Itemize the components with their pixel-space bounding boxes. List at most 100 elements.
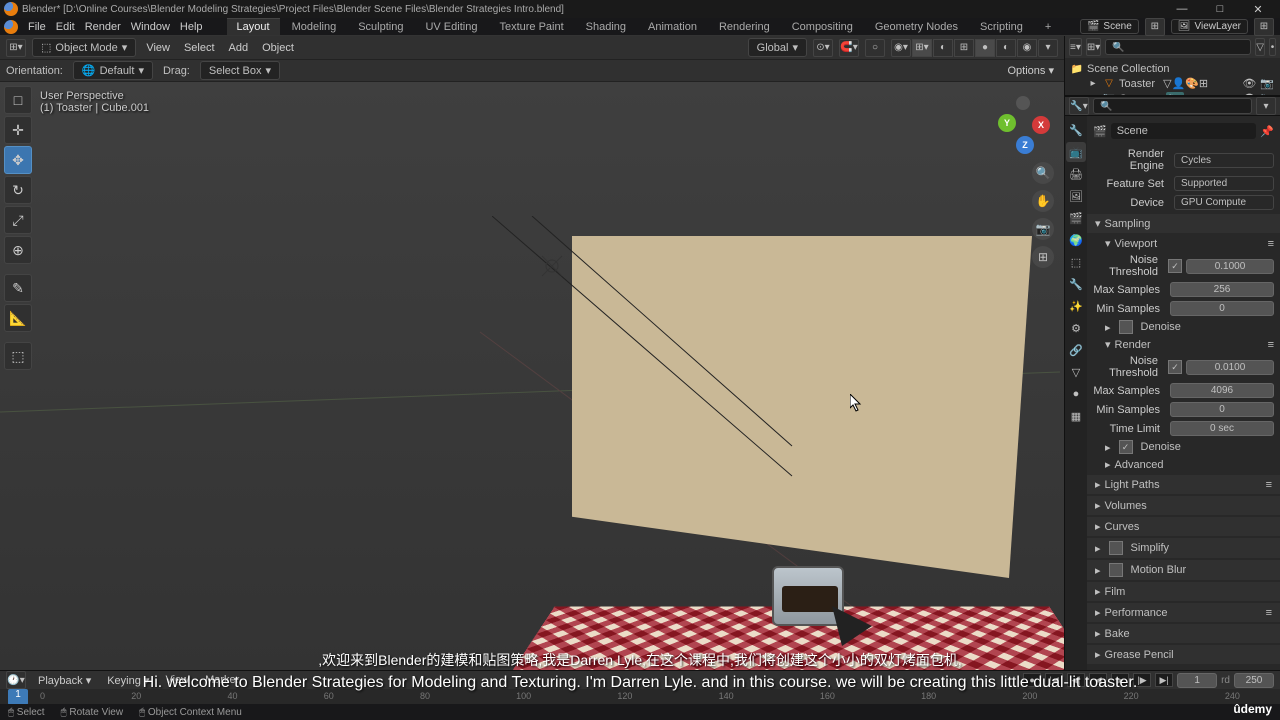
subsection-advanced[interactable]: ▸ Advanced bbox=[1093, 456, 1274, 473]
gizmos-toggle[interactable]: ◉▾ bbox=[891, 39, 911, 57]
orientation-dropdown[interactable]: 🌐 Default ▾ bbox=[73, 61, 153, 80]
zoom-icon[interactable]: 🔍 bbox=[1032, 162, 1054, 184]
timeline-editor-icon[interactable]: 🕐▾ bbox=[6, 671, 26, 689]
viewport-menu-view[interactable]: View bbox=[142, 40, 174, 56]
section-grease-pencil[interactable]: ▸ Grease Pencil bbox=[1087, 645, 1280, 664]
workspace-geometry-nodes[interactable]: Geometry Nodes bbox=[865, 19, 968, 35]
tree-scene-collection[interactable]: 📁 Scene Collection bbox=[1071, 62, 1274, 76]
jump-end-button[interactable]: ▶| bbox=[1155, 673, 1173, 687]
end-frame-input[interactable]: 250 bbox=[1234, 673, 1274, 688]
snap-icon[interactable]: 🧲▾ bbox=[839, 39, 859, 57]
prop-tab-material[interactable]: ● bbox=[1066, 384, 1086, 404]
section-performance[interactable]: ▸ Performance≡ bbox=[1087, 603, 1280, 622]
section-sampling[interactable]: ▾ Sampling bbox=[1087, 214, 1280, 233]
subsection-denoise-vp[interactable]: ▸ Denoise bbox=[1093, 318, 1274, 336]
gizmo-x-icon[interactable]: X bbox=[1032, 116, 1050, 134]
gizmo-y-icon[interactable]: Y bbox=[998, 114, 1016, 132]
device-dropdown[interactable]: GPU Compute bbox=[1174, 195, 1274, 210]
editor-type-icon[interactable]: ⊞▾ bbox=[6, 39, 26, 57]
section-motion-blur[interactable]: ▸ Motion Blur bbox=[1087, 560, 1280, 580]
prop-tab-physics[interactable]: ⚙ bbox=[1066, 318, 1086, 338]
rd-min-value[interactable]: 0 bbox=[1170, 402, 1274, 417]
scene-new-button[interactable]: ⊞ bbox=[1145, 18, 1165, 36]
prop-tab-world[interactable]: 🌍 bbox=[1066, 230, 1086, 250]
chevron-icon[interactable]: ▸ bbox=[1087, 78, 1099, 90]
nav-gizmo[interactable]: X Y Z bbox=[994, 92, 1054, 152]
menu-help[interactable]: Help bbox=[176, 19, 207, 35]
rd-max-value[interactable]: 4096 bbox=[1170, 383, 1274, 398]
tool-scale[interactable]: ⤢ bbox=[4, 206, 32, 234]
camera-view-icon[interactable]: 📷 bbox=[1032, 218, 1054, 240]
menu-render[interactable]: Render bbox=[81, 19, 125, 35]
prop-tab-data[interactable]: ▽ bbox=[1066, 362, 1086, 382]
properties-scene-name[interactable]: Scene bbox=[1111, 123, 1257, 139]
subsection-viewport[interactable]: ▾ Viewport≡ bbox=[1093, 235, 1274, 252]
minimize-button[interactable]: — bbox=[1164, 0, 1200, 18]
outliner-filter-icon[interactable]: ▽ bbox=[1255, 38, 1265, 56]
properties-search-input[interactable] bbox=[1093, 98, 1252, 114]
section-curves[interactable]: ▸ Curves bbox=[1087, 517, 1280, 536]
workspace-sculpting[interactable]: Sculpting bbox=[348, 19, 413, 35]
prop-tab-viewlayer[interactable]: 🖼 bbox=[1066, 186, 1086, 206]
tool-measure[interactable]: 📐 bbox=[4, 304, 32, 332]
gizmo-neg-z-icon[interactable] bbox=[1016, 96, 1030, 110]
drag-dropdown[interactable]: Select Box ▾ bbox=[200, 61, 280, 80]
workspace-add[interactable]: + bbox=[1035, 19, 1061, 35]
prop-tab-texture[interactable]: ▦ bbox=[1066, 406, 1086, 426]
prop-tab-tool[interactable]: 🔧 bbox=[1066, 120, 1086, 140]
outliner-mode-icon[interactable]: ≡▾ bbox=[1069, 38, 1082, 56]
menu-edit[interactable]: Edit bbox=[52, 19, 79, 35]
section-light-paths[interactable]: ▸ Light Paths≡ bbox=[1087, 475, 1280, 494]
prop-tab-render[interactable]: 📺 bbox=[1066, 142, 1086, 162]
tool-rotate[interactable]: ↻ bbox=[4, 176, 32, 204]
blender-menu-icon[interactable] bbox=[4, 20, 18, 34]
transform-orientation[interactable]: Global ▾ bbox=[748, 38, 807, 57]
vp-noise-value[interactable]: 0.1000 bbox=[1186, 259, 1274, 274]
tool-annotate[interactable]: ✎ bbox=[4, 274, 32, 302]
outliner-search-input[interactable] bbox=[1105, 39, 1251, 55]
viewport-canvas[interactable]: □ ✛ ✥ ↻ ⤢ ⊕ ✎ 📐 ⬚ User Perspective (1) T… bbox=[0, 82, 1064, 670]
overlay-toggle[interactable]: ⊞▾ bbox=[912, 39, 932, 57]
properties-options-icon[interactable]: ▾ bbox=[1256, 97, 1276, 115]
pivot-icon[interactable]: ⊙▾ bbox=[813, 39, 833, 57]
tool-transform[interactable]: ⊕ bbox=[4, 236, 32, 264]
outliner-new-collection-icon[interactable]: • bbox=[1269, 38, 1276, 56]
workspace-layout[interactable]: Layout bbox=[227, 18, 280, 35]
workspace-shading[interactable]: Shading bbox=[576, 19, 636, 35]
viewport-menu-select[interactable]: Select bbox=[180, 40, 219, 56]
workspace-modeling[interactable]: Modeling bbox=[282, 19, 347, 35]
rd-noise-check[interactable]: ✓ bbox=[1168, 360, 1182, 374]
prop-tab-modifier[interactable]: 🔧 bbox=[1066, 274, 1086, 294]
vp-min-value[interactable]: 0 bbox=[1170, 301, 1274, 316]
pin-icon[interactable]: 📌 bbox=[1260, 125, 1274, 138]
xray-toggle[interactable]: ◐ bbox=[933, 39, 953, 57]
shading-solid[interactable]: ● bbox=[975, 39, 995, 57]
tool-select-box[interactable]: □ bbox=[4, 86, 32, 114]
close-button[interactable]: ✕ bbox=[1240, 0, 1276, 18]
workspace-compositing[interactable]: Compositing bbox=[782, 19, 863, 35]
render-engine-dropdown[interactable]: Cycles bbox=[1174, 153, 1274, 168]
visibility-toggle[interactable]: 👁 bbox=[1242, 77, 1256, 90]
move-view-icon[interactable]: ✋ bbox=[1032, 190, 1054, 212]
shading-matprev[interactable]: ◐ bbox=[996, 39, 1016, 57]
vp-noise-check[interactable]: ✓ bbox=[1168, 259, 1182, 273]
options-button[interactable]: Options ▾ bbox=[1004, 62, 1059, 79]
menu-window[interactable]: Window bbox=[127, 19, 174, 35]
tree-item-toaster[interactable]: ▸ ▽ Toaster ▽👤🎨⊞ 👁📷 bbox=[1071, 76, 1274, 91]
tool-add-cube[interactable]: ⬚ bbox=[4, 342, 32, 370]
tool-move[interactable]: ✥ bbox=[4, 146, 32, 174]
prop-tab-scene[interactable]: 🎬 bbox=[1066, 208, 1086, 228]
subsection-render[interactable]: ▾ Render≡ bbox=[1093, 336, 1274, 353]
tool-cursor[interactable]: ✛ bbox=[4, 116, 32, 144]
prop-tab-particles[interactable]: ✨ bbox=[1066, 296, 1086, 316]
viewlayer-selector[interactable]: 🖼 ViewLayer bbox=[1171, 19, 1248, 34]
workspace-uv-editing[interactable]: UV Editing bbox=[415, 19, 487, 35]
perspective-toggle-icon[interactable]: ⊞ bbox=[1032, 246, 1054, 268]
rd-time-value[interactable]: 0 sec bbox=[1170, 421, 1274, 436]
shading-wireframe[interactable]: ⊞ bbox=[954, 39, 974, 57]
workspace-animation[interactable]: Animation bbox=[638, 19, 707, 35]
render-toggle[interactable]: 📷 bbox=[1260, 77, 1274, 90]
vp-max-value[interactable]: 256 bbox=[1170, 282, 1274, 297]
current-frame-input[interactable]: 1 bbox=[1177, 673, 1217, 688]
prop-tab-object[interactable]: ⬚ bbox=[1066, 252, 1086, 272]
